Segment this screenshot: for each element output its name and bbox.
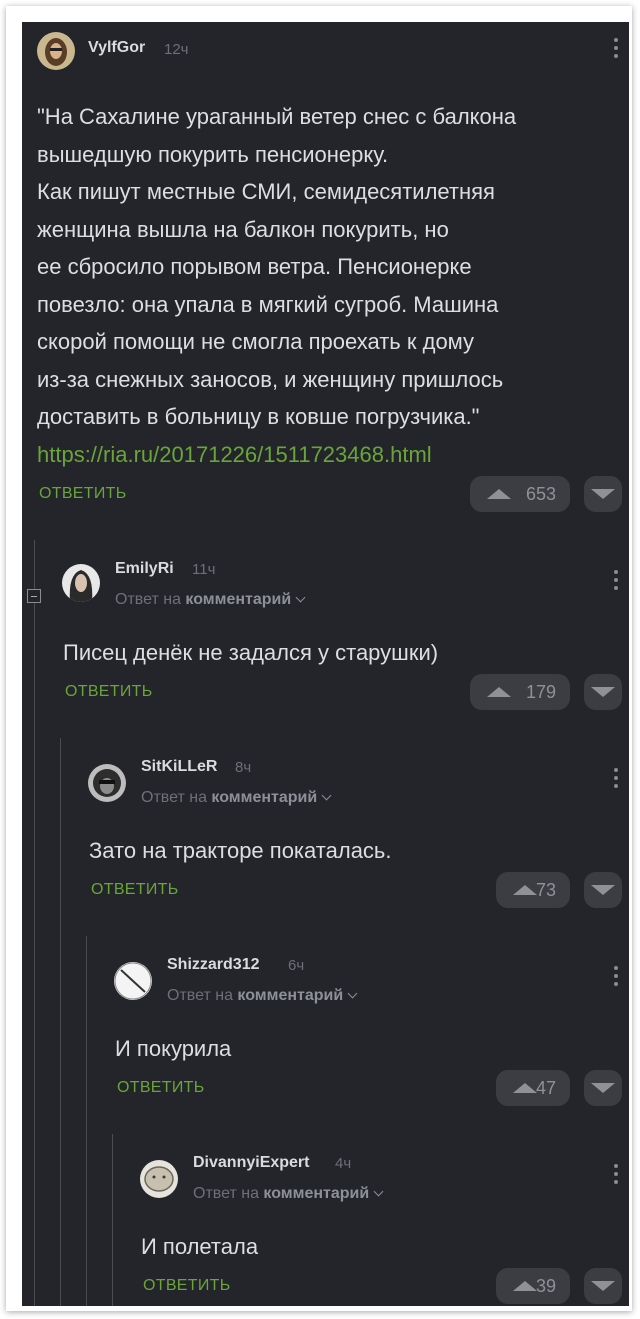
more-options-icon[interactable] xyxy=(613,768,619,792)
arrow-up-icon xyxy=(513,885,537,895)
avatar[interactable] xyxy=(37,32,75,70)
vote-count: 47 xyxy=(535,1078,556,1098)
more-options-icon[interactable] xyxy=(613,570,619,594)
comment-text: Писец денёк не задался у старушки) xyxy=(63,640,439,665)
timestamp: 12ч xyxy=(164,41,189,58)
username[interactable]: DivannyiExpert xyxy=(193,1154,309,1172)
comment-text: Зато на тракторе покаталась. xyxy=(89,838,392,863)
reply-button[interactable]: ОТВЕТИТЬ xyxy=(143,1277,231,1295)
comments-screen: VylfGor 12ч "На Сахалине ураганный ветер… xyxy=(22,22,629,1306)
arrow-down-icon xyxy=(591,885,615,895)
reply-button[interactable]: ОТВЕТИТЬ xyxy=(65,683,153,701)
comment-text: И покурила xyxy=(115,1036,232,1061)
comment-text: И полетала xyxy=(141,1234,259,1259)
thread-line-level-3 xyxy=(86,936,87,1306)
username[interactable]: SitKiLLeR xyxy=(141,758,217,776)
upvote-button[interactable]: 47 xyxy=(496,1070,570,1106)
reply-button[interactable]: ОТВЕТИТЬ xyxy=(117,1079,205,1097)
collapse-thread-button[interactable] xyxy=(27,589,41,603)
article-link[interactable]: https://ria.ru/20171226/1511723468.html xyxy=(37,436,516,474)
chevron-down-icon xyxy=(347,988,358,999)
vote-count: 179 xyxy=(525,682,556,702)
username[interactable]: VylfGor xyxy=(88,39,145,57)
downvote-button[interactable] xyxy=(584,1268,622,1304)
downvote-button[interactable] xyxy=(584,1070,622,1106)
comment-text: "На Сахалине ураганный ветер снес с балк… xyxy=(37,98,516,473)
arrow-up-icon xyxy=(487,489,511,499)
upvote-button[interactable]: 179 xyxy=(470,674,570,710)
reply-to-comment-link[interactable]: Ответ на комментарий xyxy=(115,591,306,609)
avatar[interactable] xyxy=(140,1160,178,1198)
vote-count: 39 xyxy=(535,1276,556,1296)
vote-count: 73 xyxy=(535,880,556,900)
downvote-button[interactable] xyxy=(584,476,622,512)
reply-to-comment-link[interactable]: Ответ на комментарий xyxy=(193,1185,384,1203)
screenshot-frame: VylfGor 12ч "На Сахалине ураганный ветер… xyxy=(6,6,632,1311)
chevron-down-icon xyxy=(321,790,332,801)
arrow-down-icon xyxy=(591,489,615,499)
timestamp: 11ч xyxy=(192,561,216,578)
chevron-down-icon xyxy=(295,592,306,603)
timestamp: 4ч xyxy=(335,1155,352,1172)
arrow-up-icon xyxy=(513,1083,537,1093)
arrow-down-icon xyxy=(591,687,615,697)
avatar[interactable] xyxy=(88,764,126,802)
upvote-button[interactable]: 653 xyxy=(470,476,570,512)
thread-line-level-4 xyxy=(112,1134,113,1306)
username[interactable]: Shizzard312 xyxy=(167,956,259,974)
arrow-down-icon xyxy=(591,1281,615,1291)
avatar[interactable] xyxy=(62,564,100,602)
more-options-icon[interactable] xyxy=(613,1164,619,1188)
upvote-button[interactable]: 39 xyxy=(496,1268,570,1304)
arrow-up-icon xyxy=(487,687,511,697)
avatar[interactable] xyxy=(114,962,152,1000)
upvote-button[interactable]: 73 xyxy=(496,872,570,908)
arrow-up-icon xyxy=(513,1281,537,1291)
reply-button[interactable]: ОТВЕТИТЬ xyxy=(91,881,179,899)
timestamp: 6ч xyxy=(288,957,305,974)
reply-to-comment-link[interactable]: Ответ на комментарий xyxy=(167,987,358,1005)
timestamp: 8ч xyxy=(235,759,252,776)
reply-to-comment-link[interactable]: Ответ на комментарий xyxy=(141,789,332,807)
downvote-button[interactable] xyxy=(584,872,622,908)
chevron-down-icon xyxy=(373,1186,384,1197)
more-options-icon[interactable] xyxy=(613,966,619,990)
arrow-down-icon xyxy=(591,1083,615,1093)
username[interactable]: EmilyRi xyxy=(115,560,174,578)
downvote-button[interactable] xyxy=(584,674,622,710)
thread-line-level-1 xyxy=(34,540,35,1306)
vote-count: 653 xyxy=(525,484,556,504)
thread-line-level-2 xyxy=(60,738,61,1306)
reply-button[interactable]: ОТВЕТИТЬ xyxy=(39,485,127,503)
more-options-icon[interactable] xyxy=(613,38,619,62)
